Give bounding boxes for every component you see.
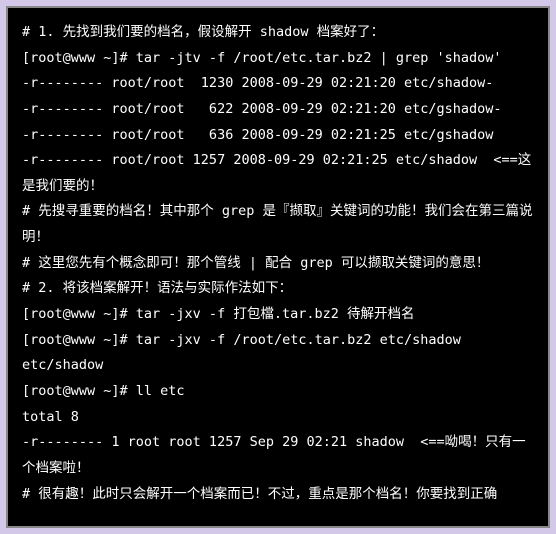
- terminal-line: -r-------- root/root 1257 2008-09-29 02:…: [22, 148, 534, 199]
- terminal-line: [root@www ~]# tar -jtv -f /root/etc.tar.…: [22, 46, 534, 72]
- terminal-line: etc/shadow: [22, 353, 534, 379]
- terminal-line: # 2. 将该档案解开！语法与实际作法如下：: [22, 276, 534, 302]
- terminal-line: # 1. 先找到我们要的档名，假设解开 shadow 档案好了：: [22, 20, 534, 46]
- terminal-line: # 这里您先有个概念即可！那个管线 | 配合 grep 可以撷取关键词的意思！: [22, 251, 534, 277]
- terminal-window: # 1. 先找到我们要的档名，假设解开 shadow 档案好了： [root@w…: [6, 6, 550, 528]
- terminal-line: # 很有趣！此时只会解开一个档案而已！不过，重点是那个档名！你要找到正确: [22, 482, 534, 508]
- terminal-line: -r-------- 1 root root 1257 Sep 29 02:21…: [22, 430, 534, 481]
- terminal-line: [root@www ~]# tar -jxv -f 打包檔.tar.bz2 待解…: [22, 302, 534, 328]
- terminal-line: -r-------- root/root 1230 2008-09-29 02:…: [22, 71, 534, 97]
- terminal-line: total 8: [22, 405, 534, 431]
- terminal-line: -r-------- root/root 636 2008-09-29 02:2…: [22, 123, 534, 149]
- terminal-line: -r-------- root/root 622 2008-09-29 02:2…: [22, 97, 534, 123]
- terminal-line: [root@www ~]# ll etc: [22, 379, 534, 405]
- terminal-line: # 先搜寻重要的档名！其中那个 grep 是『撷取』关键词的功能！我们会在第三篇…: [22, 199, 534, 250]
- terminal-line: [root@www ~]# tar -jxv -f /root/etc.tar.…: [22, 328, 534, 354]
